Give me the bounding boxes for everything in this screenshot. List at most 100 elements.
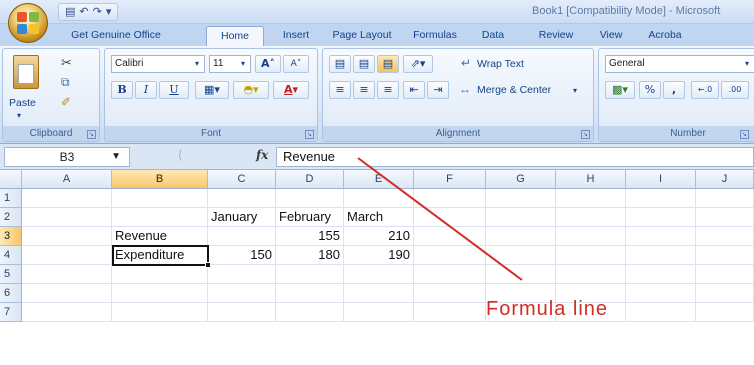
- align-left-icon[interactable]: ≡: [329, 81, 351, 99]
- cell-i5[interactable]: [626, 265, 696, 284]
- cell-f1[interactable]: [414, 189, 486, 208]
- customize-qat-icon[interactable]: ▾: [106, 5, 112, 19]
- align-right-icon[interactable]: ≡: [377, 81, 399, 99]
- cell-j1[interactable]: [696, 189, 754, 208]
- tab-formulas[interactable]: Formulas: [402, 26, 468, 46]
- number-format-dropdown-icon[interactable]: ▾: [745, 59, 749, 68]
- cell-f4[interactable]: [414, 246, 486, 265]
- column-header-i[interactable]: I: [626, 170, 696, 189]
- column-header-f[interactable]: F: [414, 170, 486, 189]
- cell-g1[interactable]: [486, 189, 556, 208]
- cell-i3[interactable]: [626, 227, 696, 246]
- tab-data[interactable]: Data: [472, 26, 514, 46]
- formula-input[interactable]: Revenue: [276, 147, 754, 167]
- cell-c2[interactable]: January: [208, 208, 276, 227]
- cell-e1[interactable]: [344, 189, 414, 208]
- cell-j4[interactable]: [696, 246, 754, 265]
- cell-d7[interactable]: [276, 303, 344, 322]
- cell-c3[interactable]: [208, 227, 276, 246]
- cell-j2[interactable]: [696, 208, 754, 227]
- font-size-dropdown-icon[interactable]: ▾: [241, 59, 245, 68]
- font-name-dropdown-icon[interactable]: ▾: [195, 59, 199, 68]
- cell-j7[interactable]: [696, 303, 754, 322]
- cell-f2[interactable]: [414, 208, 486, 227]
- tab-home[interactable]: Home: [206, 26, 264, 46]
- tab-insert[interactable]: Insert: [270, 26, 322, 46]
- column-header-d[interactable]: D: [276, 170, 344, 189]
- cell-d4[interactable]: 180: [276, 246, 344, 265]
- insert-function-icon[interactable]: fx: [256, 148, 268, 162]
- cell-i6[interactable]: [626, 284, 696, 303]
- decrease-decimal-button[interactable]: .00: [721, 81, 749, 99]
- number-launcher-icon[interactable]: ↘: [740, 130, 749, 139]
- row-header-6[interactable]: 6: [0, 284, 22, 303]
- cell-e5[interactable]: [344, 265, 414, 284]
- align-bottom-icon[interactable]: ▤: [377, 55, 399, 73]
- percent-button[interactable]: %: [639, 81, 661, 99]
- cell-h5[interactable]: [556, 265, 626, 284]
- font-color-button[interactable]: A▾: [273, 81, 309, 99]
- cell-e4[interactable]: 190: [344, 246, 414, 265]
- cell-g4[interactable]: [486, 246, 556, 265]
- cell-f3[interactable]: [414, 227, 486, 246]
- cell-c7[interactable]: [208, 303, 276, 322]
- cell-d6[interactable]: [276, 284, 344, 303]
- currency-icon[interactable]: ▩▾: [605, 81, 635, 99]
- merge-center-button[interactable]: Merge & Center: [477, 84, 551, 96]
- borders-icon[interactable]: ▦▾: [195, 81, 229, 99]
- column-header-g[interactable]: G: [486, 170, 556, 189]
- cell-b3[interactable]: Revenue: [112, 227, 208, 246]
- cell-i2[interactable]: [626, 208, 696, 227]
- tab-review[interactable]: Review: [530, 26, 582, 46]
- increase-indent-icon[interactable]: ⇥: [427, 81, 449, 99]
- cell-a2[interactable]: [22, 208, 112, 227]
- name-box-dropdown-icon[interactable]: ▼: [111, 148, 121, 166]
- cell-b4[interactable]: Expenditure: [112, 246, 208, 265]
- shrink-font-button[interactable]: A˅: [283, 55, 309, 73]
- orientation-icon[interactable]: ⇗▾: [403, 55, 433, 73]
- cell-a4[interactable]: [22, 246, 112, 265]
- row-header-7[interactable]: 7: [0, 303, 22, 322]
- cell-c4[interactable]: 150: [208, 246, 276, 265]
- cell-d3[interactable]: 155: [276, 227, 344, 246]
- cell-b7[interactable]: [112, 303, 208, 322]
- cell-f7[interactable]: [414, 303, 486, 322]
- column-header-b[interactable]: B: [112, 170, 208, 189]
- column-header-e[interactable]: E: [344, 170, 414, 189]
- tab-view[interactable]: View: [590, 26, 632, 46]
- paste-icon[interactable]: [13, 55, 39, 89]
- cell-e6[interactable]: [344, 284, 414, 303]
- cell-c6[interactable]: [208, 284, 276, 303]
- row-header-3[interactable]: 3: [0, 227, 22, 246]
- cell-a3[interactable]: [22, 227, 112, 246]
- redo-icon[interactable]: ↷: [93, 5, 102, 19]
- underline-button[interactable]: U: [159, 81, 189, 99]
- cell-h2[interactable]: [556, 208, 626, 227]
- align-middle-icon[interactable]: ▤: [353, 55, 375, 73]
- cell-a7[interactable]: [22, 303, 112, 322]
- column-header-h[interactable]: H: [556, 170, 626, 189]
- cell-d2[interactable]: February: [276, 208, 344, 227]
- cell-b6[interactable]: [112, 284, 208, 303]
- bold-button[interactable]: B: [111, 81, 133, 99]
- cell-a6[interactable]: [22, 284, 112, 303]
- alignment-launcher-icon[interactable]: ↘: [581, 130, 590, 139]
- cell-j5[interactable]: [696, 265, 754, 284]
- decrease-indent-icon[interactable]: ⇤: [403, 81, 425, 99]
- align-top-icon[interactable]: ▤: [329, 55, 351, 73]
- cell-e7[interactable]: [344, 303, 414, 322]
- cell-h3[interactable]: [556, 227, 626, 246]
- cell-e3[interactable]: 210: [344, 227, 414, 246]
- grow-font-button[interactable]: A˄: [255, 55, 281, 73]
- comma-button[interactable]: ,: [663, 81, 685, 99]
- cell-a5[interactable]: [22, 265, 112, 284]
- column-header-j[interactable]: J: [696, 170, 754, 189]
- column-header-c[interactable]: C: [208, 170, 276, 189]
- format-painter-icon[interactable]: ✐: [61, 95, 71, 109]
- font-launcher-icon[interactable]: ↘: [305, 130, 314, 139]
- cell-f6[interactable]: [414, 284, 486, 303]
- tab-page-layout[interactable]: Page Layout: [326, 26, 398, 46]
- cell-f5[interactable]: [414, 265, 486, 284]
- increase-decimal-button[interactable]: ←.0: [691, 81, 719, 99]
- cell-h1[interactable]: [556, 189, 626, 208]
